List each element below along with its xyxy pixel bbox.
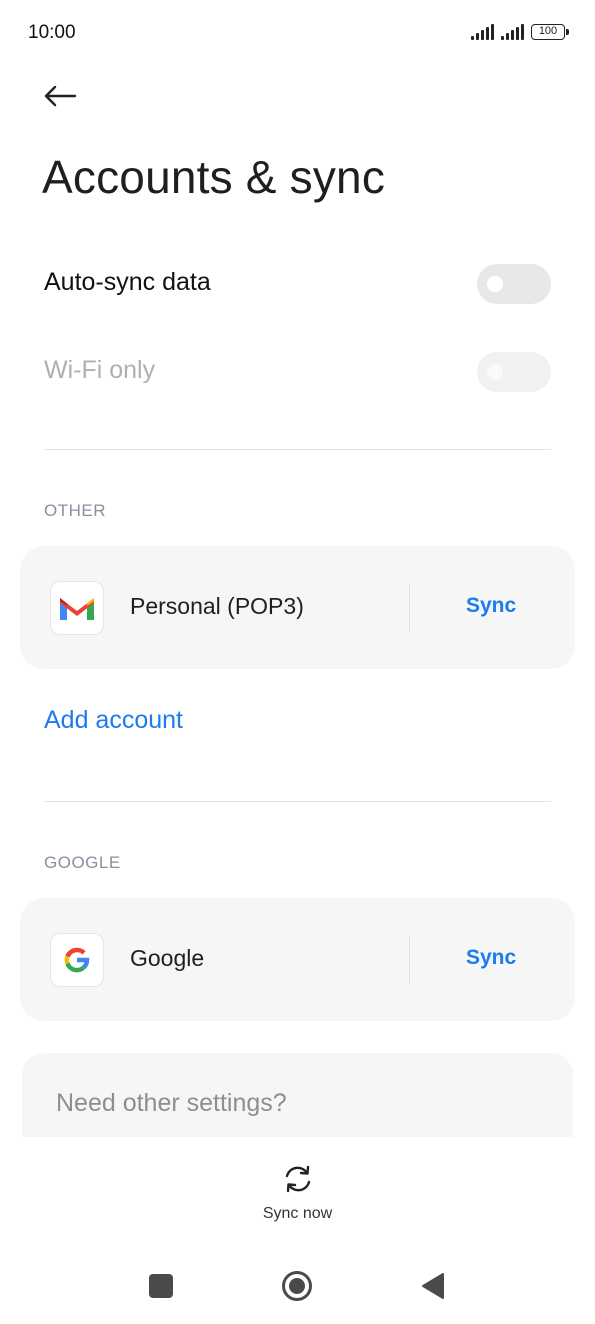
google-icon [50, 933, 104, 987]
sync-now-button[interactable]: Sync now [0, 1137, 595, 1237]
other-settings-card[interactable]: Need other settings? [22, 1053, 573, 1137]
nav-back-button[interactable] [421, 1272, 445, 1300]
card-separator [409, 583, 410, 633]
account-name: Google [130, 945, 205, 971]
home-button[interactable] [281, 1270, 313, 1302]
status-time: 10:00 [28, 22, 76, 43]
other-settings-label: Need other settings? [56, 1089, 287, 1117]
section-header-other: OTHER [44, 501, 106, 520]
add-account-link[interactable]: Add account [44, 706, 183, 735]
recent-apps-button[interactable] [149, 1274, 173, 1298]
section-header-google: GOOGLE [44, 853, 121, 872]
arrow-left-icon [44, 85, 77, 107]
card-separator [409, 935, 410, 985]
signal-icon [471, 24, 494, 40]
navigation-bar [0, 1240, 595, 1324]
gmail-icon [50, 581, 104, 635]
signal-icon-2 [501, 24, 524, 40]
status-icons: 100 [471, 22, 569, 40]
divider [44, 449, 551, 450]
auto-sync-label: Auto-sync data [44, 268, 211, 296]
wifi-only-label: Wi-Fi only [44, 356, 156, 384]
toggle-knob [487, 364, 503, 380]
account-card-google[interactable]: Google Sync [20, 898, 575, 1021]
wifi-only-toggle[interactable] [477, 352, 551, 392]
sync-icon [285, 1165, 311, 1193]
page-title: Accounts & sync [42, 151, 386, 203]
auto-sync-toggle[interactable] [477, 264, 551, 304]
status-bar: 10:00 100 [0, 0, 595, 64]
toggle-knob [487, 276, 503, 292]
battery-icon: 100 [531, 24, 569, 40]
sync-now-label: Sync now [262, 1205, 333, 1222]
divider [44, 801, 551, 802]
account-name: Personal (POP3) [130, 593, 304, 619]
battery-level: 100 [538, 25, 558, 37]
account-card-pop3[interactable]: Personal (POP3) Sync [20, 546, 575, 669]
sync-button[interactable]: Sync [466, 594, 516, 618]
back-button[interactable] [36, 72, 84, 120]
sync-button[interactable]: Sync [466, 946, 516, 970]
